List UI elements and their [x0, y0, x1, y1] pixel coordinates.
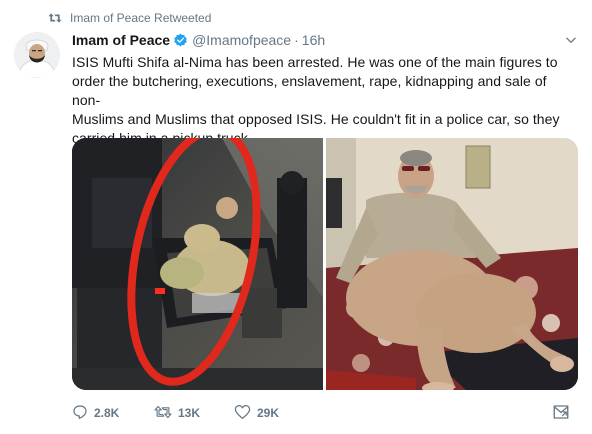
retweet-icon	[154, 404, 172, 423]
heart-icon	[234, 404, 251, 423]
media-grid	[72, 138, 578, 390]
author-display-name[interactable]: Imam of Peace	[72, 32, 170, 48]
media-photo-pickup-truck[interactable]	[72, 138, 323, 390]
header-separator: ·	[294, 32, 299, 48]
verified-badge-icon	[173, 33, 188, 48]
tweet-header: Imam of Peace @Imamofpeace · 16h	[72, 31, 578, 49]
author-handle[interactable]: @Imamofpeace	[192, 32, 291, 48]
direct-message-icon	[552, 405, 570, 424]
tweet-text-line: Muslims and Muslims that opposed ISIS. H…	[72, 111, 560, 127]
tweet-text-line: order the butchering, executions, enslav…	[72, 73, 547, 108]
reply-button[interactable]: 2.8K	[72, 404, 154, 423]
like-button[interactable]: 29K	[234, 404, 314, 423]
tweet-text-line: ISIS Mufti Shifa al-Nima has been arrest…	[72, 54, 558, 70]
tweet-card[interactable]: Imam of Peace Retweeted Imam of Peace @I…	[0, 0, 592, 434]
retweet-icon	[48, 12, 62, 24]
retweet-banner: Imam of Peace Retweeted	[48, 10, 211, 26]
like-count: 29K	[257, 406, 280, 420]
tweet-text: ISIS Mufti Shifa al-Nima has been arrest…	[72, 53, 578, 148]
tweet-timestamp[interactable]: 16h	[302, 32, 325, 48]
retweet-button[interactable]: 13K	[154, 404, 234, 423]
retweet-banner-text[interactable]: Imam of Peace Retweeted	[70, 11, 211, 25]
direct-message-button[interactable]	[552, 403, 570, 424]
reply-icon	[72, 404, 88, 423]
avatar[interactable]	[14, 32, 60, 78]
chevron-down-icon[interactable]	[564, 33, 578, 50]
retweet-count: 13K	[178, 406, 201, 420]
reply-count: 2.8K	[94, 406, 120, 420]
tweet-actions: 2.8K 13K 29K	[72, 401, 578, 425]
media-photo-man-on-bed[interactable]	[326, 138, 578, 390]
